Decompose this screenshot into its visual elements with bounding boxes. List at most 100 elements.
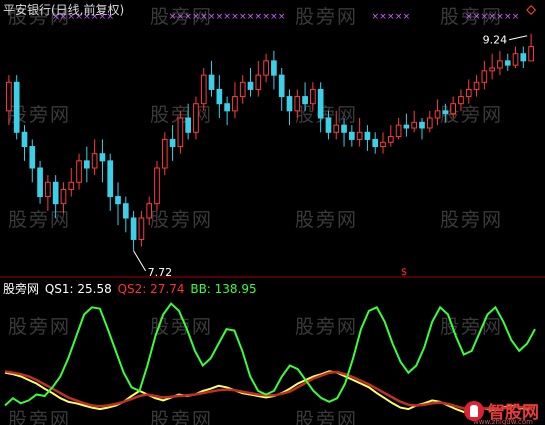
legend-item: 股旁网 (3, 282, 40, 296)
dollar-marker: $ (401, 267, 407, 278)
signal-marker: × (473, 12, 481, 22)
candle (185, 103, 192, 140)
signal-marker: × (231, 12, 239, 22)
signal-marker: × (169, 12, 177, 22)
signal-marker: × (239, 12, 247, 22)
candle (341, 118, 347, 147)
candle (84, 146, 90, 183)
candle (497, 50, 503, 76)
candle (37, 160, 43, 204)
candle (169, 125, 176, 161)
signal-marker: × (255, 12, 263, 22)
signal-marker: × (481, 12, 489, 22)
signal-marker: × (200, 12, 208, 22)
signal-marker: × (216, 12, 224, 22)
signal-marker: × (177, 12, 185, 22)
candle (286, 89, 293, 126)
candle (99, 139, 106, 183)
candle (512, 46, 519, 68)
signal-marker: × (223, 12, 231, 22)
candle (325, 110, 332, 140)
candle (130, 210, 137, 251)
candle (21, 125, 28, 161)
candle (481, 60, 488, 90)
signal-marker: × (403, 12, 411, 22)
signal-marker: × (488, 12, 496, 22)
series-line-qs2 (4, 370, 536, 411)
candle (271, 50, 277, 90)
candle (6, 75, 12, 126)
candle (317, 82, 324, 133)
chart-root: 股旁网 股旁网 股旁网 股旁网 股旁网 股旁网 股旁网 股旁网 股旁网 股旁网 … (0, 0, 545, 425)
legend-item: QS2: 27.74 (117, 282, 185, 296)
candle (177, 110, 184, 154)
candle (138, 210, 145, 247)
candle (255, 60, 262, 97)
signal-marker: × (278, 12, 286, 22)
candle (76, 153, 82, 190)
candle (247, 68, 254, 97)
candle (450, 96, 456, 118)
candle (52, 175, 59, 218)
candle (380, 132, 386, 154)
signal-marker: × (247, 12, 255, 22)
signal-marker: × (184, 12, 192, 22)
high-pointer (508, 35, 528, 41)
candle (395, 118, 402, 140)
candle (115, 182, 121, 226)
signal-marker: × (379, 12, 387, 22)
candle (442, 103, 449, 123)
candle (13, 75, 20, 140)
candle (45, 175, 51, 211)
candle (310, 82, 316, 111)
candle (278, 68, 285, 111)
indicator-legend: 股旁网 QS1: 25.58 QS2: 27.74 BB: 138.95 (3, 280, 259, 297)
high-label: 9.24 (483, 34, 508, 47)
candle (333, 110, 340, 140)
signal-diamond (526, 5, 537, 15)
candle (403, 113, 410, 137)
series-line-bb (4, 302, 536, 407)
low-pointer (133, 250, 147, 272)
candle (107, 153, 114, 211)
signal-marker: × (270, 12, 278, 22)
candle (154, 160, 160, 211)
candle (161, 132, 168, 176)
candle (364, 125, 371, 151)
candle (302, 82, 308, 111)
candle (232, 82, 238, 118)
signal-marker: × (496, 12, 504, 22)
signal-marker: × (512, 12, 520, 22)
candle (411, 110, 418, 133)
signal-marker: × (371, 12, 379, 22)
candle (372, 132, 379, 154)
candle (208, 60, 215, 97)
candle (200, 68, 207, 111)
candle (263, 53, 269, 83)
candle (473, 75, 480, 97)
candle (465, 79, 472, 104)
brand-url: www.zhiguw.com (473, 418, 533, 425)
signal-marker: × (465, 12, 473, 22)
candle (239, 75, 246, 104)
candle (29, 139, 36, 183)
candle (224, 96, 230, 126)
signal-marker: × (208, 12, 216, 22)
candle (349, 125, 355, 147)
signal-marker: × (504, 12, 512, 22)
candle (122, 196, 129, 233)
candle (434, 99, 441, 126)
signal-marker: × (262, 12, 270, 22)
chart-title: 平安银行(日线,前复权) (3, 3, 125, 17)
candle (193, 96, 199, 140)
legend-item: QS1: 25.58 (44, 282, 112, 296)
candle (91, 139, 98, 176)
candle (489, 53, 495, 80)
candle (294, 89, 301, 118)
candle (419, 118, 425, 140)
candle (216, 75, 223, 118)
candle (520, 46, 527, 68)
candle (458, 89, 464, 111)
candle (528, 33, 534, 62)
candle (68, 168, 75, 197)
